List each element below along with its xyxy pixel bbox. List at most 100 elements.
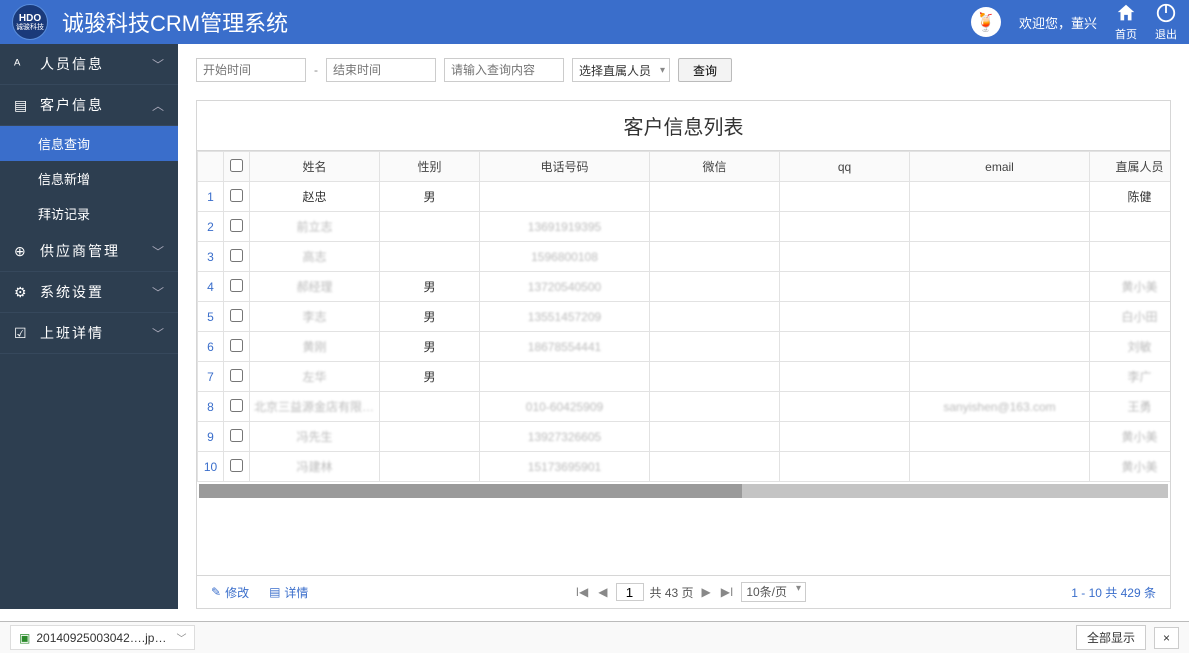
table-row[interactable]: 10冯建林15173695901黄小美 xyxy=(198,452,1171,482)
owner-select[interactable]: 选择直属人员 xyxy=(572,58,670,82)
cell-checkbox xyxy=(224,272,250,302)
panel-title: 客户信息列表 xyxy=(197,101,1170,151)
cell-email xyxy=(910,302,1090,332)
sidebar-item-settings[interactable]: ⚙ 系统设置 ﹀ xyxy=(0,272,178,313)
cell-email xyxy=(910,452,1090,482)
cell-name: 前立志 xyxy=(250,212,380,242)
table-row[interactable]: 7左华男李广 xyxy=(198,362,1171,392)
logo: HDO 诚骏科技 xyxy=(12,4,48,40)
cell-email: sanyishen@163.com xyxy=(910,392,1090,422)
sidebar-sub-item-add[interactable]: 信息新增 xyxy=(0,161,178,196)
select-all-checkbox[interactable] xyxy=(230,159,243,172)
row-checkbox[interactable] xyxy=(230,249,243,262)
col-header-phone: 电话号码 xyxy=(480,152,650,182)
table-row[interactable]: 9冯先生13927326605黄小美 xyxy=(198,422,1171,452)
chevron-down-icon: ﹀ xyxy=(152,243,164,260)
cell-gender xyxy=(380,452,480,482)
cell-gender: 男 xyxy=(380,302,480,332)
cell-idx: 7 xyxy=(198,362,224,392)
row-checkbox[interactable] xyxy=(230,339,243,352)
cell-checkbox xyxy=(224,392,250,422)
cell-checkbox xyxy=(224,362,250,392)
show-all-button[interactable]: 全部显示 xyxy=(1076,625,1146,650)
pager-current-input[interactable] xyxy=(616,583,644,601)
chart-icon: ☑ xyxy=(14,325,30,342)
end-date-input[interactable] xyxy=(326,58,436,82)
sidebar-item-label: 系统设置 xyxy=(40,282,152,302)
home-label: 首页 xyxy=(1115,26,1137,42)
home-icon xyxy=(1115,2,1137,24)
cell-checkbox xyxy=(224,302,250,332)
pager-last-button[interactable]: ▶I xyxy=(719,585,736,599)
cell-name: 李志 xyxy=(250,302,380,332)
logout-label: 退出 xyxy=(1155,26,1177,42)
detail-button[interactable]: ▤ 详情 xyxy=(269,584,308,601)
row-checkbox[interactable] xyxy=(230,459,243,472)
pencil-icon: ✎ xyxy=(211,585,221,599)
download-bar: ▣ 20140925003042….jp… ﹀ 全部显示 × xyxy=(0,621,1189,653)
submenu-customer: 信息查询 信息新增 拜访记录 xyxy=(0,126,178,231)
edit-button[interactable]: ✎ 修改 xyxy=(211,584,249,601)
cell-email xyxy=(910,362,1090,392)
cell-gender: 男 xyxy=(380,182,480,212)
close-button[interactable]: × xyxy=(1154,627,1179,649)
cell-gender: 男 xyxy=(380,272,480,302)
sidebar-item-customer[interactable]: ▤ 客户信息 ︿ xyxy=(0,85,178,126)
query-button[interactable]: 查询 xyxy=(678,58,732,82)
cell-phone: 13551457209 xyxy=(480,302,650,332)
cell-wechat xyxy=(650,392,780,422)
sidebar-item-work[interactable]: ☑ 上班详情 ﹀ xyxy=(0,313,178,354)
cell-owner: 刘敏 xyxy=(1090,332,1171,362)
pager-next-button[interactable]: ▶ xyxy=(700,585,713,599)
table-wrap: 姓名 性别 电话号码 微信 qq email 直属人员 1赵忠男陈健2前立志13… xyxy=(197,151,1170,575)
cell-qq xyxy=(780,392,910,422)
avatar-icon: 🍹 xyxy=(975,12,997,33)
table-row[interactable]: 2前立志13691919395 xyxy=(198,212,1171,242)
per-page-text: 10条/页 xyxy=(746,585,787,599)
cell-gender: 男 xyxy=(380,362,480,392)
cell-phone: 1596800108 xyxy=(480,242,650,272)
start-date-input[interactable] xyxy=(196,58,306,82)
table-row[interactable]: 3高志1596800108 xyxy=(198,242,1171,272)
row-checkbox[interactable] xyxy=(230,429,243,442)
row-checkbox[interactable] xyxy=(230,219,243,232)
pager-first-button[interactable]: I◀ xyxy=(574,585,591,599)
cell-qq xyxy=(780,332,910,362)
sidebar-item-supplier[interactable]: ⊕ 供应商管理 ﹀ xyxy=(0,231,178,272)
row-checkbox[interactable] xyxy=(230,189,243,202)
owner-select-text: 选择直属人员 xyxy=(579,62,651,79)
sidebar-sub-item-query[interactable]: 信息查询 xyxy=(0,126,178,161)
col-header-wechat: 微信 xyxy=(650,152,780,182)
table-row[interactable]: 4郝经理男13720540500黄小美 xyxy=(198,272,1171,302)
cell-email xyxy=(910,422,1090,452)
table-row[interactable]: 6黄刚男18678554441刘敏 xyxy=(198,332,1171,362)
row-checkbox[interactable] xyxy=(230,279,243,292)
sidebar-item-personnel[interactable]: ᴬ 人员信息 ﹀ xyxy=(0,44,178,85)
row-checkbox[interactable] xyxy=(230,369,243,382)
scrollbar-thumb[interactable] xyxy=(199,484,742,498)
logout-button[interactable]: 退出 xyxy=(1155,2,1177,42)
table-row[interactable]: 5李志男13551457209白小田 xyxy=(198,302,1171,332)
row-checkbox[interactable] xyxy=(230,399,243,412)
cell-owner: 黄小美 xyxy=(1090,452,1171,482)
cell-idx: 6 xyxy=(198,332,224,362)
horizontal-scrollbar[interactable] xyxy=(199,484,1168,498)
per-page-select[interactable]: 10条/页 xyxy=(741,582,806,602)
detail-label: 详情 xyxy=(284,584,308,601)
cell-checkbox xyxy=(224,212,250,242)
pager-prev-button[interactable]: ◀ xyxy=(596,585,609,599)
panel-footer: ✎ 修改 ▤ 详情 I◀ ◀ 共 43 页 ▶ ▶I 10条/页 1 - 10 … xyxy=(197,575,1170,608)
cell-phone: 13927326605 xyxy=(480,422,650,452)
table-row[interactable]: 8北京三益源金店有限公…010-60425909sanyishen@163.co… xyxy=(198,392,1171,422)
cell-wechat xyxy=(650,212,780,242)
sidebar-sub-item-visit[interactable]: 拜访记录 xyxy=(0,196,178,231)
cell-owner: 白小田 xyxy=(1090,302,1171,332)
home-button[interactable]: 首页 xyxy=(1115,2,1137,42)
cell-idx: 4 xyxy=(198,272,224,302)
table-row[interactable]: 1赵忠男陈健 xyxy=(198,182,1171,212)
search-input[interactable] xyxy=(444,58,564,82)
download-item[interactable]: ▣ 20140925003042….jp… ﹀ xyxy=(10,625,195,650)
cell-email xyxy=(910,182,1090,212)
row-checkbox[interactable] xyxy=(230,309,243,322)
cell-gender xyxy=(380,392,480,422)
